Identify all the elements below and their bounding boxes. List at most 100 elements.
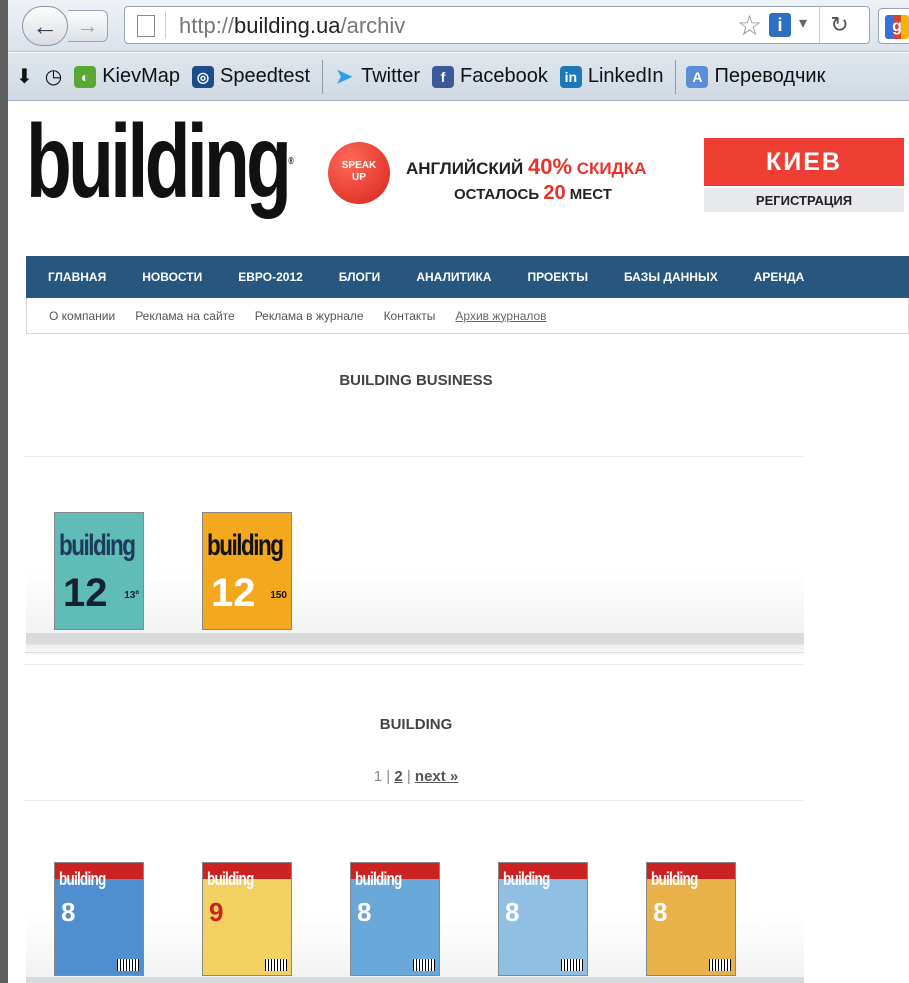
barcode-icon (265, 959, 287, 971)
price-label: 150 (270, 590, 287, 601)
magazine-title: building (207, 869, 254, 889)
pagination: 1 | 2 | next » (26, 768, 806, 785)
facebook-icon: f (432, 65, 455, 88)
magazine-title: building (59, 529, 136, 562)
back-arrow-icon: ← (32, 10, 58, 41)
magazine-title: building (355, 869, 402, 889)
page-current: 1 (373, 768, 383, 785)
nav-blogs[interactable]: БЛОГИ (339, 270, 381, 284)
translate-icon: A (686, 65, 709, 88)
url-text[interactable]: http://building.ua/archiv (179, 13, 405, 39)
bookmark-separator (322, 59, 324, 94)
main-nav: ГЛАВНАЯ НОВОСТИ ЕВРО-2012 БЛОГИ АНАЛИТИК… (26, 256, 909, 298)
bookmark-kievmap[interactable]: ◐ KievMap (74, 65, 180, 88)
forward-button[interactable]: → (68, 10, 108, 42)
pager-separator: | (386, 768, 391, 785)
bookmark-label: Переводчик (714, 65, 826, 87)
address-bar[interactable]: http://building.ua/archiv ☆ i ▾ ↻ (124, 6, 870, 44)
divider (24, 664, 804, 665)
subnav-magazine-ads[interactable]: Реклама в журнале (255, 309, 364, 323)
magazine-cover[interactable]: building 9 (202, 862, 292, 976)
speedtest-icon: ◎ (192, 65, 215, 88)
google-icon: g (885, 15, 909, 39)
window-frame (0, 0, 8, 983)
subnav-about[interactable]: О компании (49, 309, 115, 323)
bookmark-speedtest[interactable]: ◎ Speedtest (192, 65, 310, 88)
nav-euro2012[interactable]: ЕВРО-2012 (238, 270, 303, 284)
magazine-cover[interactable]: building 12 150 (202, 512, 292, 630)
promo-line-2: ОСТАЛОСЬ 20 МЕСТ (454, 182, 612, 204)
nav-analytics[interactable]: АНАЛИТИКА (416, 270, 491, 284)
divider (24, 800, 804, 801)
city-label: КИЕВ (704, 138, 904, 186)
price-label: 13º (124, 590, 139, 601)
history-clock-icon[interactable]: ◷ (45, 64, 62, 89)
site-logo[interactable]: building® (26, 110, 294, 214)
bookmark-label: Speedtest (220, 65, 311, 87)
magazine-title: building (651, 869, 698, 889)
twitter-icon: ➤ (335, 65, 353, 88)
bookmark-label: KievMap (102, 65, 181, 87)
issue-number: 8 (505, 897, 520, 927)
pager-separator: | (406, 768, 411, 785)
kievmap-icon: ◐ (74, 65, 97, 88)
linkedin-icon: in (559, 65, 582, 88)
bookmark-translate[interactable]: A Переводчик (686, 65, 825, 88)
magazine-title: building (59, 869, 106, 889)
magazine-cover[interactable]: building 12 13º (54, 512, 144, 630)
bookmark-facebook[interactable]: f Facebook (432, 65, 548, 88)
barcode-icon (561, 959, 583, 971)
nav-projects[interactable]: ПРОЕКТЫ (527, 270, 588, 284)
address-separator (165, 11, 166, 39)
barcode-icon (117, 959, 139, 971)
nav-databases[interactable]: БАЗЫ ДАННЫХ (624, 270, 718, 284)
info-icon[interactable]: i (769, 13, 791, 37)
back-button[interactable]: ← (22, 6, 68, 46)
magazine-cover[interactable]: building 8 (350, 862, 440, 976)
google-search-button[interactable]: g (878, 8, 909, 44)
forward-arrow-icon: → (76, 13, 99, 38)
page-2-link[interactable]: 2 (394, 768, 402, 785)
bookmark-twitter[interactable]: ➤ Twitter (333, 65, 420, 88)
chevron-down-icon[interactable]: ▾ (799, 13, 807, 33)
issue-number: 8 (653, 897, 668, 927)
download-arrow-icon[interactable]: ⬇ (16, 64, 33, 89)
magazine-cover[interactable]: building 8 (54, 862, 144, 976)
magazine-cover[interactable]: building 8 (646, 862, 736, 976)
barcode-icon (709, 959, 731, 971)
magazine-title: building (503, 869, 550, 889)
bookmark-star-icon[interactable]: ☆ (737, 9, 762, 42)
section-title-building: BUILDING (379, 716, 453, 733)
nav-rent[interactable]: АРЕНДА (754, 270, 805, 284)
issue-number: 8 (61, 897, 76, 927)
sub-nav: О компании Реклама на сайте Реклама в жу… (26, 298, 909, 334)
ad-banner[interactable]: SPEAK UP АНГЛИЙСКИЙ 40% СКИДКА ОСТАЛОСЬ 2… (328, 136, 904, 214)
reload-button[interactable]: ↻ (819, 7, 859, 43)
register-button[interactable]: РЕГИСТРАЦИЯ (704, 188, 904, 212)
subnav-contacts[interactable]: Контакты (384, 309, 436, 323)
next-page-link[interactable]: next » (415, 768, 458, 785)
nav-news[interactable]: НОВОСТИ (142, 270, 202, 284)
section-title-business: BUILDING BUSINESS (339, 372, 493, 389)
speakup-badge: SPEAK UP (328, 142, 390, 204)
issue-number: 12 (63, 571, 108, 615)
bookmark-label: Facebook (460, 65, 548, 87)
subnav-archive[interactable]: Архив журналов (455, 309, 546, 323)
bookmark-separator (675, 59, 677, 94)
magazine-title: building (207, 529, 284, 562)
nav-home[interactable]: ГЛАВНАЯ (48, 270, 106, 284)
bookmark-label: Twitter (361, 65, 421, 87)
divider (24, 456, 804, 457)
browser-toolbar: ← → http://building.ua/archiv ☆ i ▾ ↻ g (8, 0, 909, 52)
issue-number: 9 (209, 897, 224, 927)
magazine-cover[interactable]: building 8 (498, 862, 588, 976)
bookmark-label: LinkedIn (587, 65, 664, 87)
issue-number: 12 (211, 571, 256, 615)
divider (24, 652, 804, 653)
subnav-site-ads[interactable]: Реклама на сайте (135, 309, 235, 323)
bookmark-linkedin[interactable]: in LinkedIn (559, 65, 664, 88)
promo-line-1: АНГЛИЙСКИЙ 40% СКИДКА (406, 154, 647, 179)
bookmarks-bar: ⬇ ◷ ◐ KievMap ◎ Speedtest ➤ Twitter f Facebo… (8, 53, 909, 101)
barcode-icon (413, 959, 435, 971)
issue-number: 8 (357, 897, 372, 927)
